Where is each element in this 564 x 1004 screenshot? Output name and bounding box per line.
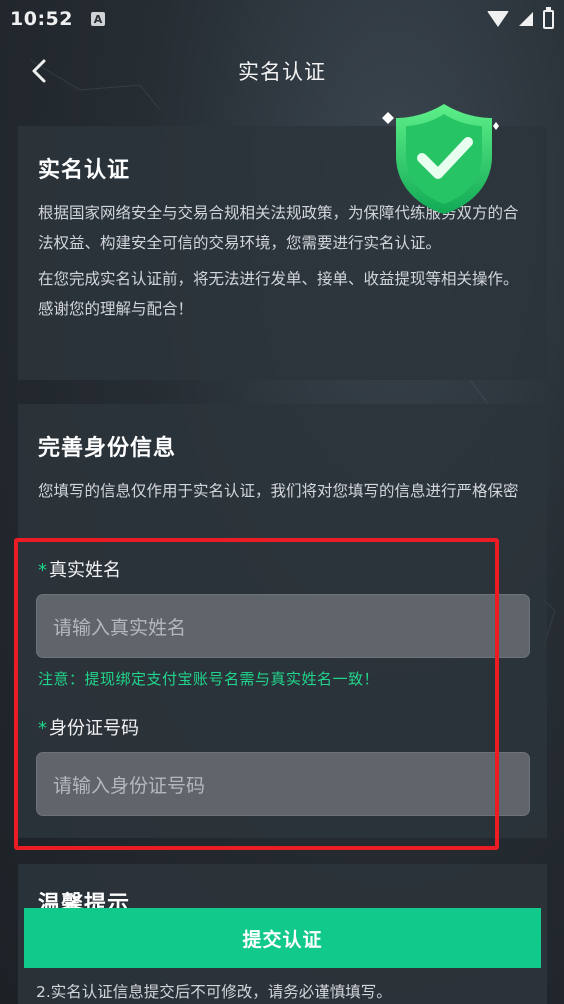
id-number-label: * 身份证号码 xyxy=(38,714,139,740)
identity-card-title: 完善身份信息 xyxy=(38,436,177,461)
submit-verification-button[interactable]: 提交认证 xyxy=(24,908,541,968)
id-number-input[interactable]: 请输入身份证号码 xyxy=(36,752,530,816)
notification-a-icon: A xyxy=(90,12,105,26)
chevron-left-icon xyxy=(32,59,46,83)
name-match-note: 注意：提现绑定支付宝账号名需与真实姓名一致！ xyxy=(38,670,380,688)
status-time: 10:52 xyxy=(10,8,73,30)
required-mark: * xyxy=(38,560,47,581)
real-name-label-text: 真实姓名 xyxy=(49,560,121,581)
status-bar: 10:52 A xyxy=(0,0,564,38)
required-mark: * xyxy=(38,718,47,739)
wifi-icon xyxy=(487,11,509,27)
back-button[interactable] xyxy=(24,56,54,86)
shield-check-icon xyxy=(382,104,499,214)
nav-bar: 实名认证 xyxy=(0,38,564,104)
signal-icon xyxy=(519,12,533,26)
battery-icon xyxy=(543,6,554,29)
id-number-label-text: 身份证号码 xyxy=(49,718,139,739)
tips-line-2: 2.实名认证信息提交后不可修改，请务必谨慎填写。 xyxy=(36,983,392,1001)
identity-info-card: 完善身份信息 您填写的信息仅作用于实名认证，我们将对您填写的信息进行严格保密 *… xyxy=(18,404,547,838)
real-name-input[interactable]: 请输入真实姓名 xyxy=(36,594,530,658)
identity-card-description: 您填写的信息仅作用于实名认证，我们将对您填写的信息进行严格保密 xyxy=(38,482,519,500)
page-title: 实名认证 xyxy=(238,60,326,84)
verify-card-paragraph-2: 在您完成实名认证前，将无法进行发单、接单、收益提现等相关操作。感谢您的理解与配合… xyxy=(38,270,519,318)
real-name-label: * 真实姓名 xyxy=(38,556,121,582)
